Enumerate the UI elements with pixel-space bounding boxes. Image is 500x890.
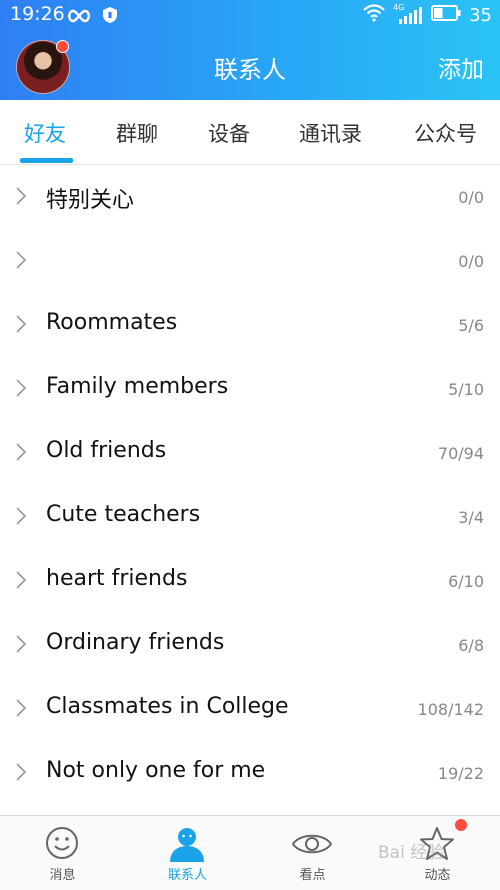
page-title: 联系人 <box>214 56 286 84</box>
nav-label: 动态 <box>424 868 451 883</box>
active-tab-indicator <box>20 158 73 163</box>
group-name: Cute teachers <box>46 502 201 527</box>
nav-moments[interactable]: 动态 <box>375 816 500 890</box>
group-count: 3/4 <box>458 508 484 527</box>
nav-label: 联系人 <box>167 868 207 883</box>
group-name: 特别关心 <box>46 188 135 213</box>
group-name: Not only one for me <box>46 758 266 783</box>
chevron-right-icon <box>16 315 27 333</box>
list-item[interactable]: Roommates 5/6 <box>0 292 500 356</box>
infinity-icon <box>66 8 92 27</box>
star-icon <box>420 827 454 860</box>
nav-discover[interactable]: 看点 <box>250 816 375 890</box>
tab-groups[interactable]: 群聊 <box>116 118 158 148</box>
group-count: 5/6 <box>458 316 484 335</box>
notification-badge <box>455 819 467 831</box>
list-item[interactable]: heart friends 6/10 <box>0 548 500 612</box>
group-count: 0/0 <box>458 188 484 207</box>
status-time: 19:26 <box>10 3 65 25</box>
status-icons-left <box>66 6 118 28</box>
shield-icon <box>102 6 118 28</box>
group-count: 6/10 <box>448 572 484 591</box>
group-count: 108/142 <box>417 700 484 719</box>
tab-official-accounts[interactable]: 公众号 <box>414 118 477 148</box>
group-count: 0/0 <box>458 252 484 271</box>
chevron-right-icon <box>16 443 27 461</box>
add-button[interactable]: 添加 <box>438 50 484 84</box>
smiley-icon <box>46 827 78 859</box>
list-item[interactable]: Classmates in College 108/142 <box>0 676 500 740</box>
battery-level: 35 <box>469 4 492 26</box>
chevron-right-icon <box>16 571 27 589</box>
group-name: Roommates <box>46 310 178 335</box>
list-item[interactable]: Cute teachers 3/4 <box>0 484 500 548</box>
chevron-right-icon <box>16 187 27 205</box>
status-bar: 19:26 4G 35 <box>0 0 500 32</box>
list-item[interactable]: Not only one for me 19/22 <box>0 740 500 804</box>
app-header: 19:26 4G 35 联系人 添加 <box>0 0 500 100</box>
nav-label: 消息 <box>49 868 76 883</box>
eye-icon <box>291 834 333 854</box>
group-name: Family members <box>46 374 229 399</box>
tab-address-book[interactable]: 通讯录 <box>299 118 362 148</box>
group-name: Ordinary friends <box>46 630 225 655</box>
chevron-right-icon <box>16 763 27 781</box>
bottom-nav: 消息 联系人 看点 动态 <box>0 815 500 890</box>
chevron-right-icon <box>16 699 27 717</box>
group-name: Classmates in College <box>46 694 289 719</box>
nav-messages[interactable]: 消息 <box>0 816 125 890</box>
chevron-right-icon <box>16 379 27 397</box>
wifi-icon <box>363 4 385 26</box>
group-count: 5/10 <box>448 380 484 399</box>
tab-friends[interactable]: 好友 <box>24 118 66 148</box>
signal-icon: 4G <box>393 3 423 25</box>
group-count: 6/8 <box>458 636 484 655</box>
battery-icon <box>431 5 461 25</box>
chevron-right-icon <box>16 635 27 653</box>
list-item[interactable]: 特别关心 0/0 <box>0 164 500 228</box>
group-count: 70/94 <box>437 444 484 463</box>
list-item[interactable]: Ordinary friends 6/8 <box>0 612 500 676</box>
group-name: Old friends <box>46 438 167 463</box>
status-icons-right: 4G 35 <box>363 3 492 26</box>
list-item[interactable]: 0/0 <box>0 228 500 292</box>
network-type: 4G <box>393 3 405 12</box>
group-count: 19/22 <box>437 764 484 783</box>
contacts-person-icon <box>170 828 204 862</box>
tab-bar: 好友 群聊 设备 通讯录 公众号 <box>0 100 500 165</box>
nav-contacts[interactable]: 联系人 <box>125 816 250 890</box>
list-item[interactable]: Old friends 70/94 <box>0 420 500 484</box>
group-name: heart friends <box>46 566 188 591</box>
list-item[interactable]: Family members 5/10 <box>0 356 500 420</box>
chevron-right-icon <box>16 251 27 269</box>
chevron-right-icon <box>16 507 27 525</box>
nav-label: 看点 <box>299 868 326 883</box>
tab-devices[interactable]: 设备 <box>208 118 250 148</box>
